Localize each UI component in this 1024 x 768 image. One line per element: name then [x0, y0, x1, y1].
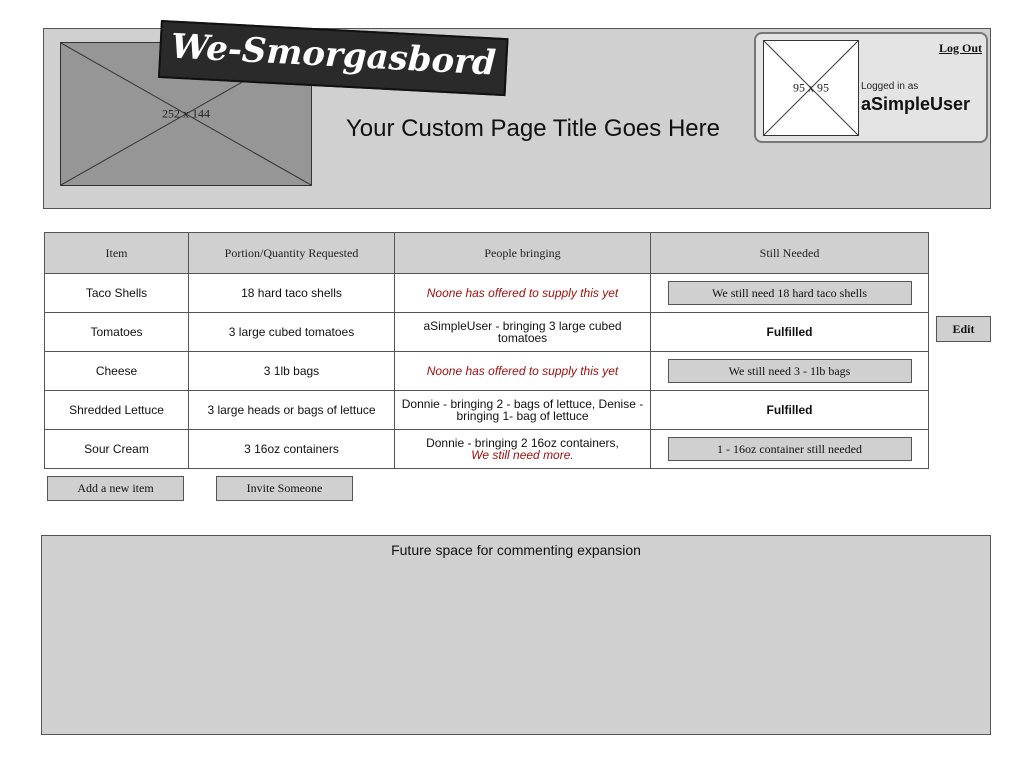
item-name: Cheese — [44, 351, 189, 391]
item-still-needed: Fulfilled — [650, 390, 929, 430]
logout-link[interactable]: Log Out — [939, 41, 982, 56]
still-needed-button[interactable]: 1 - 16oz container still needed — [667, 437, 912, 461]
comments-area: Future space for commenting expansion — [41, 535, 991, 735]
table-row: Cheese 3 1lb bags Noone has offered to s… — [44, 351, 929, 391]
need-more-note: We still need more. — [471, 448, 574, 462]
item-name: Shredded Lettuce — [44, 390, 189, 430]
item-still-needed: We still need 3 - 1lb bags — [650, 351, 929, 391]
edit-button[interactable]: Edit — [936, 316, 991, 342]
table-row: Taco Shells 18 hard taco shells Noone ha… — [44, 273, 929, 313]
item-bringing: Noone has offered to supply this yet — [394, 351, 651, 391]
page-title: Your Custom Page Title Goes Here — [346, 115, 720, 142]
avatar: 95 x 95 — [763, 40, 859, 136]
item-bringing: aSimpleUser - bringing 3 large cubed tom… — [394, 312, 651, 352]
item-quantity: 3 16oz containers — [188, 429, 395, 469]
fulfilled-label: Fulfilled — [766, 403, 813, 417]
item-name: Tomatoes — [44, 312, 189, 352]
column-header-bringing: People bringing — [394, 232, 651, 274]
table-header-row: Item Portion/Quantity Requested People b… — [44, 232, 929, 274]
item-bringing: Donnie - bringing 2 - bags of lettuce, D… — [394, 390, 651, 430]
item-name: Taco Shells — [44, 273, 189, 313]
no-offer-text: Noone has offered to supply this yet — [426, 286, 619, 300]
item-still-needed: 1 - 16oz container still needed — [650, 429, 929, 469]
logo-text: We-Smorgasbord — [169, 26, 497, 84]
item-quantity: 3 large cubed tomatoes — [188, 312, 395, 352]
item-quantity: 18 hard taco shells — [188, 273, 395, 313]
table-row: Sour Cream 3 16oz containers Donnie - br… — [44, 429, 929, 469]
username: aSimpleUser — [861, 94, 971, 114]
still-needed-button[interactable]: We still need 18 hard taco shells — [667, 281, 912, 305]
item-quantity: 3 large heads or bags of lettuce — [188, 390, 395, 430]
item-quantity: 3 1lb bags — [188, 351, 395, 391]
item-still-needed: We still need 18 hard taco shells — [650, 273, 929, 313]
user-card: 95 x 95 Log Out Logged in as aSimpleUser — [754, 32, 988, 143]
column-header-quantity: Portion/Quantity Requested — [188, 232, 395, 274]
item-bringing: Donnie - bringing 2 16oz containers, We … — [394, 429, 651, 469]
hero-image-size-label: 252 x 144 — [162, 106, 210, 121]
fulfilled-label: Fulfilled — [766, 325, 813, 339]
logged-in-label: Logged in as — [861, 81, 919, 92]
table-row: Shredded Lettuce 3 large heads or bags o… — [44, 390, 929, 430]
add-item-button[interactable]: Add a new item — [47, 476, 184, 501]
item-name: Sour Cream — [44, 429, 189, 469]
column-header-still-needed: Still Needed — [650, 232, 929, 274]
still-needed-button[interactable]: We still need 3 - 1lb bags — [667, 359, 912, 383]
invite-button[interactable]: Invite Someone — [216, 476, 353, 501]
comments-placeholder-label: Future space for commenting expansion — [391, 542, 641, 558]
item-bringing: Noone has offered to supply this yet — [394, 273, 651, 313]
table-row: Tomatoes 3 large cubed tomatoes aSimpleU… — [44, 312, 929, 352]
column-header-item: Item — [44, 232, 189, 274]
items-table: Item Portion/Quantity Requested People b… — [44, 232, 929, 469]
avatar-size-label: 95 x 95 — [793, 80, 829, 95]
no-offer-text: Noone has offered to supply this yet — [426, 364, 619, 378]
item-still-needed: Fulfilled — [650, 312, 929, 352]
